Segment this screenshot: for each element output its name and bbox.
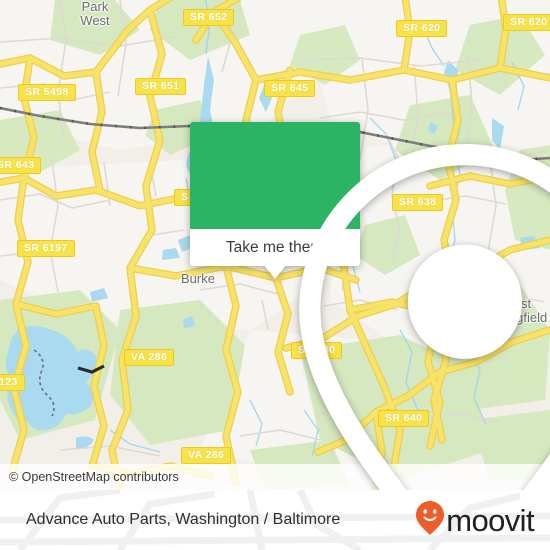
road-shield: VA 286	[124, 349, 175, 366]
road-shield: SR 645	[264, 80, 316, 97]
road-shield: SR 5498	[18, 84, 76, 101]
footer-bar: Advance Auto Parts, Washington / Baltimo…	[0, 490, 550, 550]
road-shield: SR 643	[0, 157, 42, 174]
map-canvas[interactable]: Park West Burke West Springfield SR 652 …	[0, 0, 550, 490]
page-title: Advance Auto Parts, Washington / Baltimo…	[26, 511, 341, 528]
road-shield: SR 652	[183, 9, 235, 26]
road-shield: SR 6197	[17, 240, 75, 257]
moovit-wordmark: moovit	[446, 502, 534, 538]
road-shield: 123	[0, 374, 25, 391]
location-popup-card[interactable]: Take me there	[190, 122, 550, 490]
road-shield: SR 620	[396, 20, 448, 37]
screenshot-root: Park West Burke West Springfield SR 652 …	[0, 0, 550, 550]
place-label-park-west: Park West	[80, 0, 110, 28]
moovit-pin-smile-icon	[415, 500, 445, 541]
road-shield: SR 620	[503, 14, 550, 31]
openstreetmap-attribution-text: © OpenStreetMap contributors	[9, 470, 179, 484]
popup-map-preview	[190, 122, 550, 490]
popup-pointer-tail	[264, 265, 286, 279]
moovit-logo[interactable]: moovit	[415, 500, 535, 541]
road-shield: SR 651	[135, 78, 187, 95]
